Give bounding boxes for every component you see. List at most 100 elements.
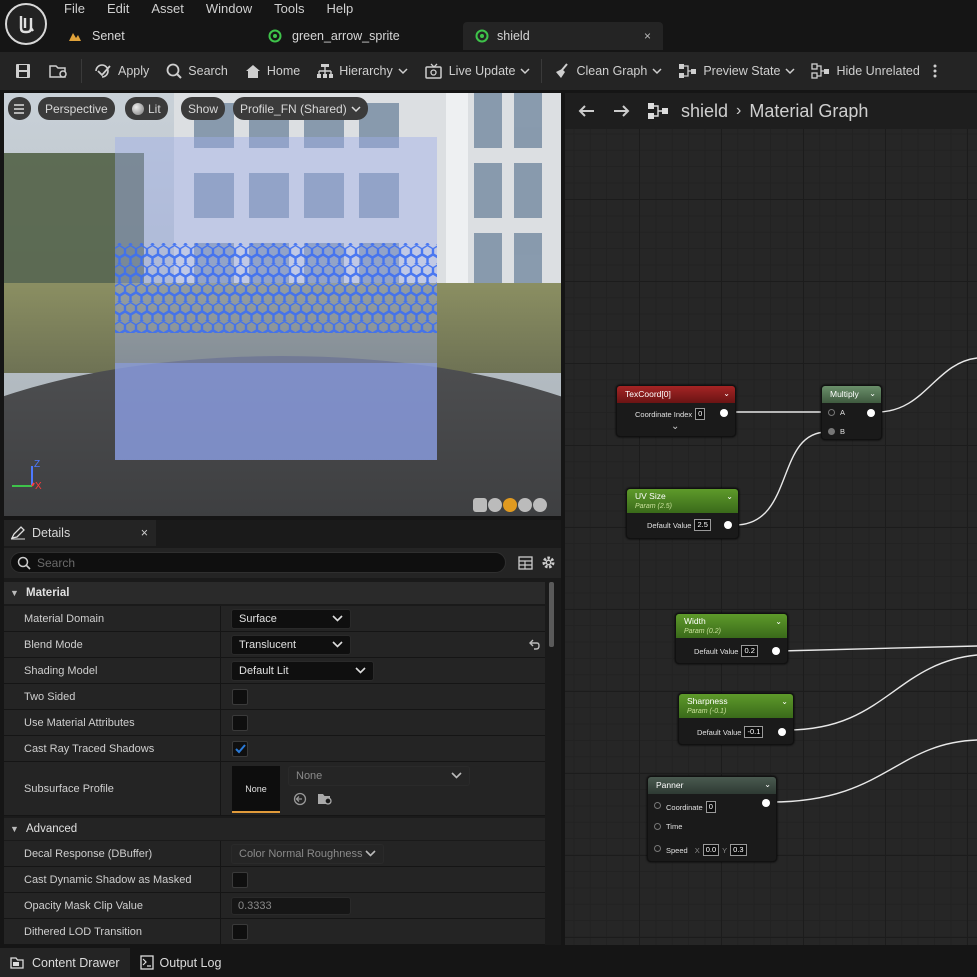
cylinder-preview-icon[interactable] [473,498,487,512]
content-drawer-button[interactable]: Content Drawer [0,948,130,977]
menu-asset[interactable]: Asset [151,0,184,18]
dithered-lod-checkbox[interactable] [232,924,248,940]
decal-response-combo[interactable]: Color Normal Roughness [231,844,384,864]
tab-shield[interactable]: shield × [463,22,663,50]
unreal-logo-icon[interactable] [5,3,47,45]
hierarchy-button[interactable]: Hierarchy [308,52,416,90]
uv-size-row-value[interactable]: 2.5 [694,519,711,531]
viewport-menu-button[interactable] [8,97,31,120]
details-tab[interactable]: Details × [4,520,156,546]
advanced-category-header[interactable]: ▼ Advanced [4,818,545,840]
panner-coordinate-pin[interactable] [654,802,661,809]
gear-icon[interactable] [541,555,556,570]
width-subtitle: Param (0.2) [684,628,721,635]
cast-ray-traced-shadows-checkbox[interactable] [232,741,248,757]
tab-senet[interactable]: Senet [56,22,256,50]
chevron-down-icon[interactable]: ⌄ [781,697,788,706]
output-log-button[interactable]: Output Log [130,948,232,977]
live-update-button[interactable]: Live Update [416,52,539,90]
chevron-down-icon[interactable]: ⌄ [764,780,771,789]
tab-green-arrow-sprite[interactable]: green_arrow_sprite [256,22,463,50]
menu-file[interactable]: File [64,0,85,18]
width-row-value[interactable]: 0.2 [741,645,758,657]
material-graph-panel[interactable]: shield › Material Graph TexCoord[0] ⌄ Co… [565,93,977,945]
expand-chevron-icon[interactable]: ⌄ [671,421,679,432]
sharpness-node[interactable]: Sharpness Param (-0.1) ⌄ Default Value -… [678,693,794,745]
uv-size-node-header: UV Size Param (2.5) ⌄ [627,489,738,513]
width-node-header: Width Param (0.2) ⌄ [676,614,787,638]
chevron-down-icon[interactable]: ⌄ [726,492,733,501]
multiply-input-a-pin[interactable] [828,409,835,416]
width-node[interactable]: Width Param (0.2) ⌄ Default Value 0.2 [675,613,788,664]
browse-asset-icon[interactable] [317,792,333,806]
opacity-mask-clip-input[interactable]: 0.3333 [231,897,351,915]
panner-output-pin[interactable] [762,799,770,807]
multiply-input-b-pin[interactable] [828,428,835,435]
home-button[interactable]: Home [236,52,308,90]
menu-tools[interactable]: Tools [274,0,304,18]
width-output-pin[interactable] [772,647,780,655]
chevron-down-icon[interactable]: ⌄ [775,617,782,626]
use-selected-asset-icon[interactable] [293,792,307,806]
tab-close-icon[interactable]: × [644,29,651,43]
sharpness-row-value[interactable]: -0.1 [744,726,764,738]
table-view-icon[interactable] [518,556,533,570]
profile-dropdown[interactable]: Profile_FN (Shared) [233,97,368,120]
two-sided-checkbox[interactable] [232,689,248,705]
browse-button[interactable] [40,52,78,90]
perspective-button[interactable]: Perspective [38,97,115,120]
show-button[interactable]: Show [181,97,226,120]
toolbar-more-button[interactable] [928,52,942,90]
menu-edit[interactable]: Edit [107,0,129,18]
menu-window[interactable]: Window [206,0,252,18]
cast-dynamic-shadow-checkbox[interactable] [232,872,248,888]
subsurface-asset-combo[interactable]: None [288,766,470,786]
panner-speed-x-value[interactable]: 0.0 [702,844,720,856]
blend-mode-combo[interactable]: Translucent [231,635,351,655]
mesh-preview-icon[interactable] [533,498,547,512]
cube-preview-icon[interactable] [518,498,532,512]
apply-button[interactable]: Apply [85,52,157,90]
texcoord-node[interactable]: TexCoord[0] ⌄ Coordinate Index 0 ⌄ [616,385,736,437]
details-scrollbar[interactable] [549,582,554,647]
preview-state-button[interactable]: Preview State [670,52,803,90]
details-search-input[interactable]: Search [10,552,506,573]
subsurface-thumbnail[interactable]: None [232,766,280,813]
chevron-down-icon [355,667,366,674]
use-material-attributes-checkbox[interactable] [232,715,248,731]
panner-coordinate-value[interactable]: 0 [705,801,716,813]
preview-viewport[interactable]: Z X [4,93,561,516]
material-domain-combo[interactable]: Surface [231,609,351,629]
lit-button[interactable]: Lit [125,97,168,120]
apply-icon [95,64,111,78]
uv-size-node[interactable]: UV Size Param (2.5) ⌄ Default Value 2.5 [626,488,739,539]
chevron-down-icon[interactable]: ⌄ [869,389,876,398]
panner-speed-pin[interactable] [654,845,661,852]
plane-preview-icon[interactable] [503,498,517,512]
panner-node[interactable]: Panner ⌄ Coordinate 0 Time Speed X 0.0 Y… [647,776,777,862]
details-search-row: Search [4,548,561,578]
shading-model-combo[interactable]: Default Lit [231,661,374,681]
search-button[interactable]: Search [157,52,236,90]
sphere-preview-icon[interactable] [488,498,502,512]
material-category-header[interactable]: ▼ Material [4,582,545,604]
panner-time-pin[interactable] [654,823,661,830]
texcoord-output-pin[interactable] [720,409,728,417]
texcoord-row-value[interactable]: 0 [695,408,706,420]
output-log-label: Output Log [159,955,222,970]
sharpness-output-pin[interactable] [778,728,786,736]
panner-speed-x-label: X [694,845,700,855]
uv-size-output-pin[interactable] [724,521,732,529]
save-button[interactable] [0,52,40,90]
preview-state-icon [679,64,697,78]
panner-speed-y-value[interactable]: 0.3 [730,844,747,856]
panner-coordinate-row: Coordinate 0 [666,801,716,813]
hide-unrelated-button[interactable]: Hide Unrelated [803,52,927,90]
chevron-down-icon[interactable]: ⌄ [723,389,730,398]
reset-to-default-icon[interactable] [528,639,540,651]
clean-graph-button[interactable]: Clean Graph [545,52,670,90]
menu-help[interactable]: Help [326,0,353,18]
details-close-icon[interactable]: × [141,526,148,540]
multiply-output-pin[interactable] [867,409,875,417]
multiply-node[interactable]: Multiply ⌄ A B [821,385,882,440]
